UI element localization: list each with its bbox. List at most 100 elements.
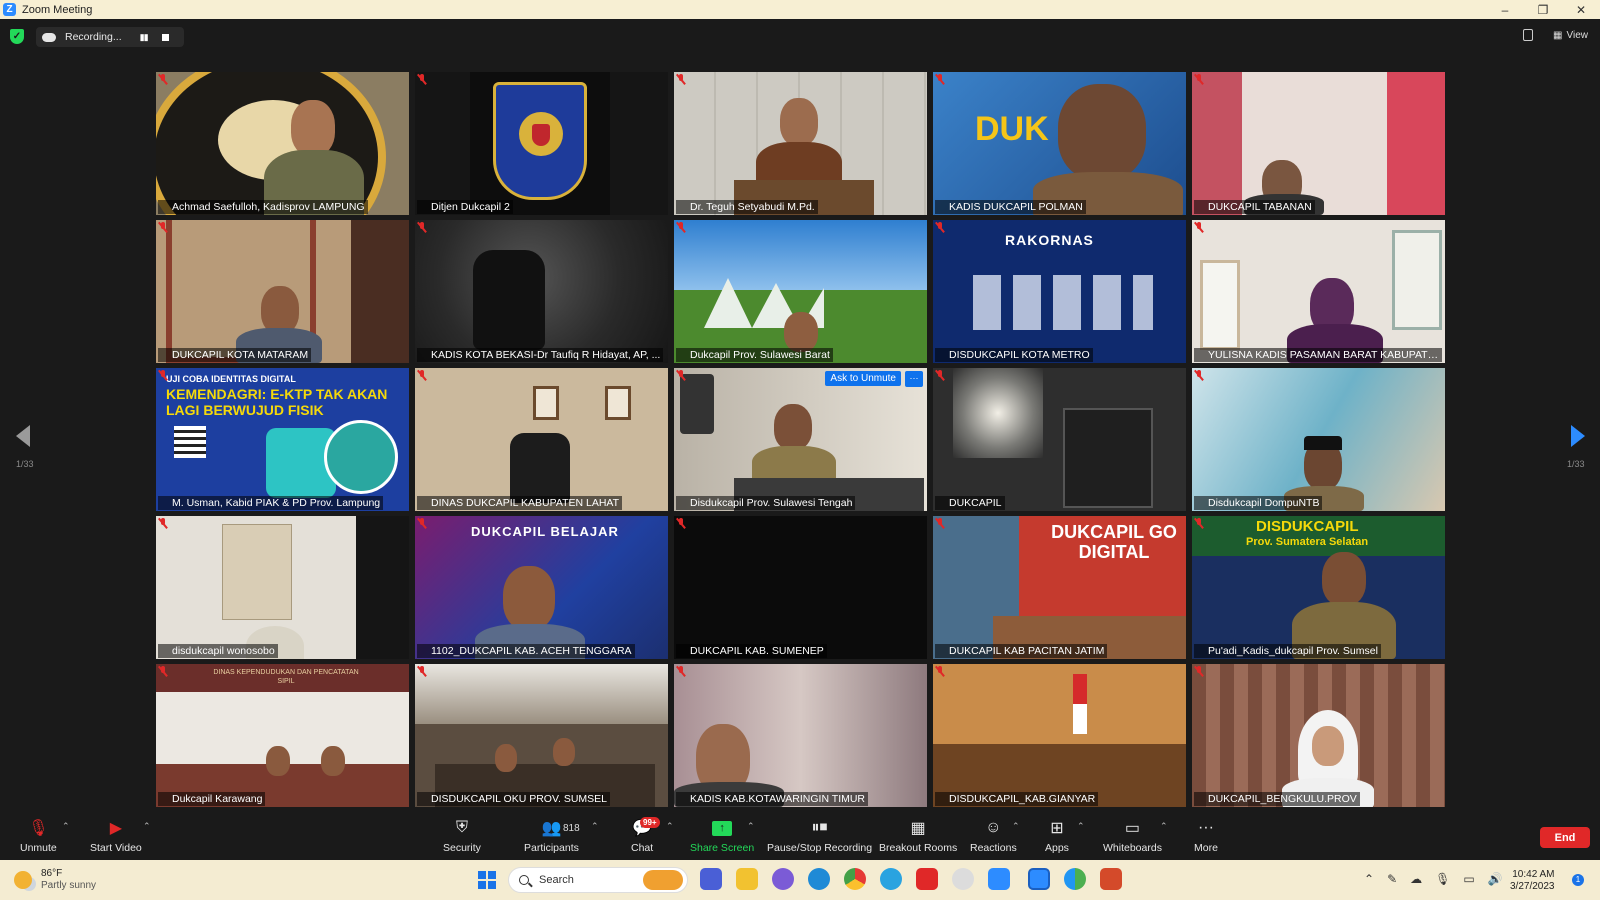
notification-badge[interactable]: 1 <box>1572 874 1584 886</box>
app-icon[interactable] <box>952 868 974 890</box>
reactions-button[interactable]: ☺ Reactions <box>970 817 1017 854</box>
network-icon[interactable]: ▭ <box>1463 872 1474 886</box>
stop-recording-button[interactable] <box>161 33 169 41</box>
video-tile[interactable]: DUKCAPIL BELAJAR 1102_DUKCAPIL KAB. ACEH… <box>415 516 668 659</box>
unmute-button[interactable]: 🎙 Unmute <box>20 817 57 854</box>
tile-more-options-button[interactable]: ··· <box>905 371 923 387</box>
zoom-taskbar-icon[interactable] <box>1028 868 1050 890</box>
view-button[interactable]: ▦ View <box>1553 30 1588 41</box>
video-tile[interactable]: DINAS KEPENDUDUKAN DAN PENCATATAN SIPIL … <box>156 664 409 807</box>
video-tile[interactable]: DISDUKCAPIL Prov. Sumatera Selatan Pu'ad… <box>1192 516 1445 659</box>
video-tile[interactable]: YULISNA KADIS PASAMAN BARAT KABUPATEN <box>1192 220 1445 363</box>
start-video-button[interactable]: ▶ Start Video <box>90 817 142 854</box>
muted-mic-icon <box>677 518 685 529</box>
onedrive-icon[interactable]: ☁ <box>1410 872 1422 886</box>
copilot-icon[interactable] <box>772 868 794 890</box>
teams-chat-icon[interactable] <box>700 868 722 890</box>
video-tile[interactable]: Disdukcapil DompuNTB <box>1192 368 1445 511</box>
anydesk-icon[interactable] <box>916 868 938 890</box>
share-options-caret-icon[interactable]: ⌃ <box>747 821 755 832</box>
sumsel-title: DISDUKCAPIL <box>1256 518 1359 535</box>
audio-options-caret-icon[interactable]: ⌃ <box>62 821 70 832</box>
share-screen-button[interactable]: ↑ Share Screen <box>690 817 754 854</box>
previous-page-arrow-icon[interactable] <box>16 425 30 447</box>
chat-unread-badge: 99+ <box>640 817 660 828</box>
news-headline-line2: KEMENDAGRI: E-KTP TAK AKAN LAGI BERWUJUD… <box>166 386 388 418</box>
video-tile[interactable]: RAKORNAS DISDUKCAPIL KOTA METRO <box>933 220 1186 363</box>
weather-widget[interactable]: 86°F Partly sunny <box>14 868 96 892</box>
windows-start-icon[interactable] <box>478 871 496 889</box>
video-tile[interactable]: DUKCAPIL TABANAN <box>1192 72 1445 215</box>
video-tile[interactable]: Ditjen Dukcapil 2 <box>415 72 668 215</box>
video-tile[interactable]: Dukcapil Prov. Sulawesi Barat <box>674 220 927 363</box>
participant-head <box>553 738 575 766</box>
video-tile[interactable]: disdukcapil wonosobo <box>156 516 409 659</box>
video-tile-active-speaker[interactable]: Dr. Teguh Setyabudi M.Pd. <box>674 72 927 215</box>
pause-stop-recording-button[interactable]: ⏸⏹ Pause/Stop Recording <box>767 817 872 854</box>
pause-recording-button[interactable]: ▮▮ <box>140 32 149 43</box>
file-explorer-icon[interactable] <box>736 868 758 890</box>
video-tile[interactable]: DINAS DUKCAPIL KABUPATEN LAHAT <box>415 368 668 511</box>
system-tray: ⌃ ✎ ☁ 🎙 ▭ 🔊 <box>1364 872 1503 886</box>
volume-icon[interactable]: 🔊 <box>1488 872 1503 886</box>
breakout-rooms-button[interactable]: ▦ Breakout Rooms <box>879 817 957 854</box>
close-button[interactable]: ✕ <box>1562 0 1600 19</box>
video-tile[interactable]: KADIS KAB.KOTAWARINGIN TIMUR <box>674 664 927 807</box>
immersive-icon[interactable] <box>1523 29 1534 41</box>
chat-label: Chat <box>631 842 654 854</box>
security-shield-icon[interactable]: ✓ <box>10 29 24 44</box>
participant-count: 818 <box>563 823 580 834</box>
video-tile[interactable]: DUKCAPIL KAB. SUMENEP <box>674 516 927 659</box>
next-page-arrow-icon[interactable] <box>1571 425 1585 447</box>
powerpoint-icon[interactable] <box>1100 868 1122 890</box>
pen-icon[interactable]: ✎ <box>1387 872 1397 886</box>
video-tile[interactable]: Ask to Unmute ··· Disdukcapil Prov. Sula… <box>674 368 927 511</box>
end-meeting-button[interactable]: End <box>1540 827 1590 848</box>
maximize-button[interactable]: ❐ <box>1524 0 1562 19</box>
taskbar-clock[interactable]: 10:42 AM 3/27/2023 <box>1510 869 1555 893</box>
video-tile[interactable]: KADIS KOTA BEKASI-Dr Taufiq R Hidayat, A… <box>415 220 668 363</box>
telegram-icon[interactable] <box>880 868 902 890</box>
rakornas-title: RAKORNAS <box>1005 232 1094 248</box>
microphone-icon[interactable]: 🎙 <box>1435 872 1450 886</box>
muted-mic-icon <box>936 370 944 381</box>
participants-options-caret-icon[interactable]: ⌃ <box>591 821 599 832</box>
video-tile[interactable]: DISDUKCAPIL_KAB.GIANYAR <box>933 664 1186 807</box>
sky <box>674 220 927 290</box>
participant-name: Dukcapil Karawang <box>158 792 266 806</box>
chrome-browser-icon[interactable] <box>844 868 866 890</box>
grid-view-icon: ▦ <box>1553 29 1563 41</box>
more-button[interactable]: ··· More <box>1194 817 1218 854</box>
notepad-icon[interactable] <box>988 868 1010 890</box>
security-button[interactable]: ⛨ Security <box>443 817 481 854</box>
video-tile[interactable]: DUK KADIS DUKCAPIL POLMAN <box>933 72 1186 215</box>
go-digital-title: DUKCAPIL GO DIGITAL <box>1051 522 1177 562</box>
taskbar-search-box[interactable]: Search <box>508 867 688 893</box>
video-tile[interactable]: DUKCAPIL <box>933 368 1186 511</box>
ask-to-unmute-button[interactable]: Ask to Unmute <box>825 371 901 386</box>
security-label: Security <box>443 842 481 854</box>
apps-options-caret-icon[interactable]: ⌃ <box>1077 821 1085 832</box>
apps-button[interactable]: ⊞ Apps <box>1045 817 1069 854</box>
video-tile[interactable]: UJI COBA IDENTITAS DIGITAL KEMENDAGRI: E… <box>156 368 409 511</box>
whiteboards-options-caret-icon[interactable]: ⌃ <box>1160 821 1168 832</box>
video-options-caret-icon[interactable]: ⌃ <box>143 821 151 832</box>
reactions-options-caret-icon[interactable]: ⌃ <box>1012 821 1020 832</box>
cloud-icon <box>42 32 56 42</box>
edge-browser-icon[interactable] <box>808 868 830 890</box>
video-tile[interactable]: DISDUKCAPIL OKU PROV. SUMSEL <box>415 664 668 807</box>
video-tile[interactable]: DUKCAPIL KOTA MATARAM <box>156 220 409 363</box>
chat-options-caret-icon[interactable]: ⌃ <box>666 821 674 832</box>
video-tile[interactable]: DUKCAPIL GO DIGITAL DUKCAPIL KAB PACITAN… <box>933 516 1186 659</box>
app-icon[interactable] <box>1064 868 1086 890</box>
start-video-label: Start Video <box>90 842 142 854</box>
muted-mic-icon <box>159 74 167 85</box>
minimize-button[interactable]: – <box>1486 0 1524 19</box>
whiteboards-button[interactable]: ▭ Whiteboards <box>1103 817 1162 854</box>
video-tile[interactable]: Achmad Saefulloh, Kadisprov LAMPUNG <box>156 72 409 215</box>
video-tile[interactable]: DUKCAPIL_BENGKULU.PROV <box>1192 664 1445 807</box>
unmute-label: Unmute <box>20 842 57 854</box>
garuda-shield <box>532 124 550 146</box>
clock-time: 10:42 AM <box>1512 869 1555 880</box>
tray-overflow-icon[interactable]: ⌃ <box>1364 872 1374 886</box>
